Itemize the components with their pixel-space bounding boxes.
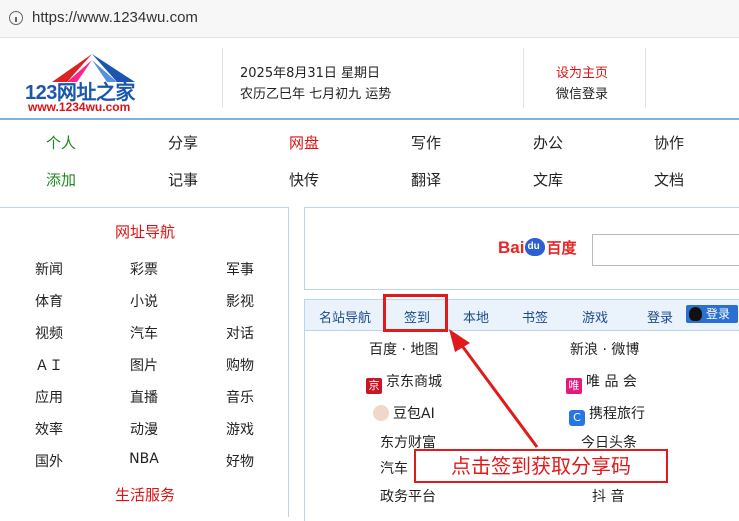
vip-logo-icon: 唯 bbox=[566, 378, 582, 394]
search-panel: Bai du 百度 bbox=[304, 207, 739, 290]
sidebar-item-military[interactable]: 军事 bbox=[210, 259, 270, 279]
sidebar-item-games[interactable]: 游戏 bbox=[210, 419, 270, 439]
sidebar-item-car[interactable]: 汽车 bbox=[114, 323, 174, 343]
site-doubao[interactable]: 豆包AI bbox=[373, 403, 435, 423]
sidebar-item-film[interactable]: 影视 bbox=[210, 291, 270, 311]
date-solar: 2025年8月31日 星期日 bbox=[240, 66, 381, 81]
nav-item-netdisk[interactable]: 网盘 bbox=[274, 132, 334, 153]
nav-item-translate[interactable]: 翻译 bbox=[396, 169, 456, 190]
wechat-login-link[interactable]: 微信登录 bbox=[556, 84, 608, 105]
nav-item-notes[interactable]: 记事 bbox=[153, 169, 213, 190]
nav-item-docs[interactable]: 文档 bbox=[639, 169, 699, 190]
baidu-logo[interactable]: Bai du 百度 bbox=[498, 237, 576, 258]
date-lunar[interactable]: 农历乙巳年 七月初九 运势 bbox=[240, 84, 391, 105]
sidebar-item-sports[interactable]: 体育 bbox=[19, 291, 79, 311]
set-homepage-link[interactable]: 设为主页 bbox=[556, 63, 608, 84]
sidebar-title-life: 生活服务 bbox=[114, 486, 175, 504]
browser-url-bar[interactable]: https://www.1234wu.com bbox=[0, 0, 739, 38]
sidebar-item-apps[interactable]: 应用 bbox=[19, 387, 79, 407]
sidebar-item-goods[interactable]: 好物 bbox=[210, 451, 270, 471]
site-jd[interactable]: 京京东商城 bbox=[366, 371, 442, 394]
sidebar-item-ai[interactable]: ＡＩ bbox=[19, 355, 79, 375]
sidebar-item-music[interactable]: 音乐 bbox=[210, 387, 270, 407]
nav-item-share[interactable]: 分享 bbox=[153, 132, 213, 153]
header-links: 设为主页 微信登录 bbox=[556, 63, 608, 105]
site-gov-platform[interactable]: 政务平台 bbox=[380, 486, 436, 506]
sidebar-item-nba[interactable]: NBA bbox=[114, 451, 174, 467]
sidebar-item-video[interactable]: 视频 bbox=[19, 323, 79, 343]
tab-bookmarks[interactable]: 书签 bbox=[522, 307, 548, 326]
site-tabs: 名站导航 签到 本地 书签 游戏 登录 登录 bbox=[304, 299, 739, 331]
doubao-avatar-icon bbox=[373, 405, 389, 421]
baidu-paw-icon: du bbox=[525, 238, 546, 256]
sidebar-item-lottery[interactable]: 彩票 bbox=[114, 259, 174, 279]
category-nav: 个人 分享 网盘 写作 办公 协作 添加 记事 快传 翻译 文库 文档 bbox=[0, 118, 739, 198]
sidebar-item-shopping[interactable]: 购物 bbox=[210, 355, 270, 375]
site-vip[interactable]: 唯唯 品 会 bbox=[566, 371, 637, 394]
site-doubao-label: 豆包AI bbox=[393, 406, 435, 422]
ctrip-logo-icon: C bbox=[569, 410, 585, 426]
nav-item-add[interactable]: 添加 bbox=[31, 169, 91, 190]
tab-games[interactable]: 游戏 bbox=[582, 307, 608, 326]
sidebar-item-foreign[interactable]: 国外 bbox=[19, 451, 79, 471]
site-logo[interactable]: 123网址之家 www.1234wu.com bbox=[25, 46, 145, 114]
baidu-logo-text-left: Bai bbox=[498, 238, 525, 257]
site-baidu-map[interactable]: 百度 · 地图 bbox=[369, 339, 438, 359]
tab-famous-sites[interactable]: 名站导航 bbox=[319, 307, 371, 326]
tab-login[interactable]: 登录 bbox=[647, 307, 673, 326]
baidu-paw-text: du bbox=[527, 241, 540, 252]
sidebar-item-novel[interactable]: 小说 bbox=[114, 291, 174, 311]
header-divider bbox=[222, 48, 223, 108]
nav-item-personal[interactable]: 个人 bbox=[31, 132, 91, 153]
tab-local[interactable]: 本地 bbox=[463, 307, 489, 326]
qq-login-button[interactable]: 登录 bbox=[686, 305, 738, 323]
annotation-callout: 点击签到获取分享码 bbox=[414, 449, 668, 483]
qq-penguin-icon bbox=[689, 307, 702, 321]
site-ctrip-label: 携程旅行 bbox=[589, 406, 645, 422]
site-jd-label: 京东商城 bbox=[386, 374, 442, 390]
site-car[interactable]: 汽车 bbox=[380, 458, 408, 478]
nav-item-writing[interactable]: 写作 bbox=[396, 132, 456, 153]
site-vip-label: 唯 品 会 bbox=[586, 374, 637, 390]
sidebar-item-news[interactable]: 新闻 bbox=[19, 259, 79, 279]
site-info-icon[interactable] bbox=[9, 11, 23, 25]
qq-login-label: 登录 bbox=[706, 307, 731, 321]
date-block: 2025年8月31日 星期日 农历乙巳年 七月初九 运势 bbox=[240, 63, 391, 105]
site-douyin[interactable]: 抖 音 bbox=[592, 486, 624, 506]
sidebar-item-images[interactable]: 图片 bbox=[114, 355, 174, 375]
nav-item-office[interactable]: 办公 bbox=[518, 132, 578, 153]
directory-sidebar: 网址导航 新闻 彩票 军事 体育 小说 影视 视频 汽车 对话 ＡＩ 图片 购物… bbox=[0, 207, 289, 517]
baidu-logo-text-right: 百度 bbox=[546, 240, 577, 257]
checkin-highlight-box bbox=[383, 294, 448, 332]
page-header: 123网址之家 www.1234wu.com 2025年8月31日 星期日 农历… bbox=[0, 38, 739, 118]
site-sina-weibo[interactable]: 新浪 · 微博 bbox=[570, 339, 639, 359]
logo-domain-text: www.1234wu.com bbox=[28, 100, 131, 114]
nav-item-library[interactable]: 文库 bbox=[518, 169, 578, 190]
famous-sites-grid: 百度 · 地图 新浪 · 微博 京京东商城 唯唯 品 会 豆包AI C 携程旅行 … bbox=[304, 331, 739, 521]
sidebar-title-nav: 网址导航 bbox=[114, 223, 175, 241]
url-text[interactable]: https://www.1234wu.com bbox=[32, 9, 198, 26]
jd-logo-icon: 京 bbox=[366, 378, 382, 394]
sidebar-item-anime[interactable]: 动漫 bbox=[114, 419, 174, 439]
sidebar-item-live[interactable]: 直播 bbox=[114, 387, 174, 407]
nav-item-collab[interactable]: 协作 bbox=[639, 132, 699, 153]
sidebar-item-chat[interactable]: 对话 bbox=[210, 323, 270, 343]
site-ctrip[interactable]: C 携程旅行 bbox=[569, 403, 645, 426]
sidebar-item-efficiency[interactable]: 效率 bbox=[19, 419, 79, 439]
nav-item-quicksend[interactable]: 快传 bbox=[274, 169, 334, 190]
header-divider bbox=[523, 48, 524, 108]
search-input[interactable] bbox=[592, 234, 739, 266]
header-divider bbox=[645, 48, 646, 108]
